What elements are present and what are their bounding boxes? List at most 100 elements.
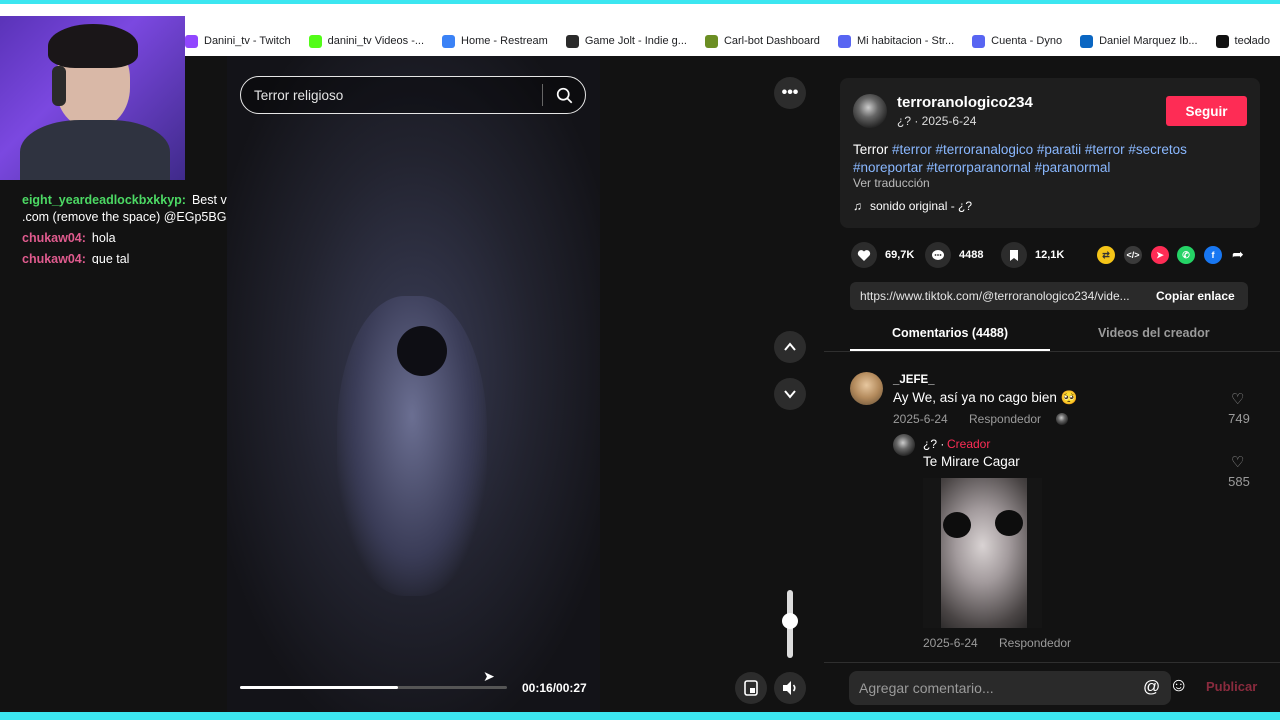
see-translation-link[interactable]: Ver traducción (853, 176, 930, 190)
reply-username[interactable]: ¿? · (923, 437, 944, 451)
gamejolt-icon (565, 34, 579, 48)
whatsapp-icon[interactable]: ✆ (1177, 246, 1195, 264)
video-time: 00:16/00:27 (522, 681, 587, 695)
chat-username: chukaw04: (22, 231, 86, 245)
restream-icon (442, 34, 456, 48)
mouse-cursor: ➤ (483, 668, 495, 684)
bookmark-label: Home - Restream (461, 35, 548, 47)
sound-link[interactable]: ♫ sonido original - ¿? (853, 199, 972, 213)
embed-icon[interactable]: </> (1124, 246, 1142, 264)
comment-username[interactable]: _JEFE_ (893, 374, 935, 386)
more-options-icon[interactable]: ••• (774, 77, 806, 109)
comment-like-heart-icon[interactable]: ♡ (1231, 390, 1244, 408)
search-bar[interactable]: Terror religioso (240, 76, 586, 114)
bookmarks-overflow-chevron-icon[interactable]: › (1246, 32, 1251, 50)
chat-username: eight_yeardeadlockbxkkyp: (22, 193, 186, 207)
reply-like-heart-icon[interactable]: ♡ (1231, 453, 1244, 471)
video-progress-bar[interactable] (240, 686, 507, 689)
comment-input[interactable]: Agregar comentario... (849, 671, 1171, 705)
bookmark-item[interactable]: Home - Restream (442, 34, 548, 48)
video-figure-mouth (397, 326, 447, 376)
twitch-icon (185, 34, 198, 48)
bookmark-label: Carl-bot Dashboard (723, 35, 820, 47)
bookmark-item[interactable]: Carl-bot Dashboard (704, 34, 820, 48)
bookmark-label: Mi habitacion - Str... (856, 35, 955, 47)
comment-icon[interactable] (925, 242, 951, 268)
volume-icon[interactable] (774, 672, 806, 704)
tab-creator-videos[interactable]: Videos del creador (1098, 326, 1210, 340)
comment-text: Ay We, así ya no cago bien 🥺 (893, 390, 1078, 405)
sound-label: sonido original - ¿? (870, 199, 973, 213)
reply-image-hair-right (1027, 478, 1042, 628)
discord-icon (837, 34, 851, 48)
hashtags-line-1[interactable]: #terror #terroranalogico #paratii #terro… (892, 142, 1187, 157)
heart-icon[interactable] (851, 242, 877, 268)
linkedin-icon (1080, 34, 1094, 48)
search-icon[interactable] (543, 77, 585, 113)
post-date: ¿? · 2025-6-24 (897, 114, 977, 128)
comment-like-count: 749 (1228, 411, 1250, 426)
bookmarks-list: Danini_tv - Twitch danini_tv Videos -... H… (185, 30, 1280, 52)
webcam-overlay (0, 16, 185, 180)
streamer-body (20, 120, 170, 180)
bookmark-item[interactable]: Daniel Marquez Ib... (1080, 34, 1198, 48)
screen: Danini_tv - Twitch danini_tv Videos -... H… (0, 4, 1280, 712)
reply-like-count: 585 (1228, 474, 1250, 489)
chat-username: chukaw04: (22, 252, 86, 264)
hashtags-line-2[interactable]: #noreportar #terrorparanornal #paranorma… (853, 160, 1110, 175)
commenter-avatar[interactable] (850, 372, 883, 405)
chat-text: que tal (91, 252, 130, 264)
tab-comments[interactable]: Comentarios (4488) (892, 326, 1008, 340)
author-username[interactable]: terroranologico234 (897, 94, 1033, 111)
reply-image-right-eye (995, 510, 1023, 536)
video-progress-fill (240, 686, 398, 689)
bookmark-label: danini_tv Videos -... (327, 35, 425, 47)
bookmark-label: Game Jolt - Indie g... (584, 35, 687, 47)
bookmark-item[interactable]: Danini_tv - Twitch (185, 34, 291, 48)
repost-icon[interactable]: ⇄ (1097, 246, 1115, 264)
reply-reply-button[interactable]: Respondedor (999, 636, 1071, 650)
chat-text: hola (91, 231, 116, 245)
share-link-box: https://www.tiktok.com/@terroranologico2… (850, 282, 1248, 310)
browser-bookmarks-bar: Danini_tv - Twitch danini_tv Videos -... H… (0, 4, 1280, 56)
follow-button[interactable]: Seguir (1166, 96, 1247, 126)
like-count: 69,7K (885, 249, 915, 261)
like-stat[interactable]: 69,7K (851, 242, 914, 268)
bookmark-icon[interactable] (1001, 242, 1027, 268)
emoji-icon[interactable]: ☺ (1169, 675, 1188, 697)
bookmark-label: Danini_tv - Twitch (204, 35, 291, 47)
comment-stat[interactable]: 4488 (925, 242, 983, 268)
bookmark-item[interactable]: Game Jolt - Indie g... (565, 34, 687, 48)
dyno-icon (972, 34, 986, 48)
description-text: Terror (853, 142, 889, 157)
creator-badge: Creador (947, 437, 991, 451)
volume-slider-knob[interactable] (782, 612, 798, 629)
comment-reply-button[interactable]: Respondedor (969, 412, 1041, 426)
mention-icon[interactable]: @ (1143, 677, 1160, 697)
reply-avatar[interactable] (893, 434, 915, 456)
comment-date: 2025-6-24 (893, 412, 948, 426)
reply-image-left-eye (943, 512, 971, 538)
floating-player-icon[interactable] (735, 672, 767, 704)
bookmark-item[interactable]: Cuenta - Dyno (972, 34, 1062, 48)
bookmark-item[interactable]: Mi habitacion - Str... (837, 34, 955, 48)
next-video-chevron-down-icon[interactable] (774, 378, 806, 410)
carlbot-icon (704, 34, 718, 48)
previous-video-chevron-up-icon[interactable] (774, 331, 806, 363)
copy-link-button[interactable]: Copiar enlace (1156, 289, 1235, 303)
share-link-url[interactable]: https://www.tiktok.com/@terroranologico2… (860, 289, 1150, 303)
author-avatar[interactable] (853, 94, 887, 128)
bookmark-item[interactable]: teclado (1215, 34, 1270, 48)
video-player[interactable] (227, 56, 600, 712)
tab-active-indicator (850, 349, 1050, 351)
publish-button[interactable]: Publicar (1206, 679, 1257, 694)
search-input[interactable]: Terror religioso (254, 88, 542, 103)
reply-image[interactable] (923, 478, 1042, 628)
save-stat[interactable]: 12,1K (1001, 242, 1064, 268)
bookmark-item[interactable]: danini_tv Videos -... (308, 34, 425, 48)
save-count: 12,1K (1035, 249, 1065, 261)
send-icon[interactable]: ➤ (1151, 246, 1169, 264)
facebook-icon[interactable]: f (1204, 246, 1222, 264)
share-arrow-icon[interactable]: ➦ (1232, 246, 1244, 263)
reply-date: 2025-6-24 (923, 636, 978, 650)
